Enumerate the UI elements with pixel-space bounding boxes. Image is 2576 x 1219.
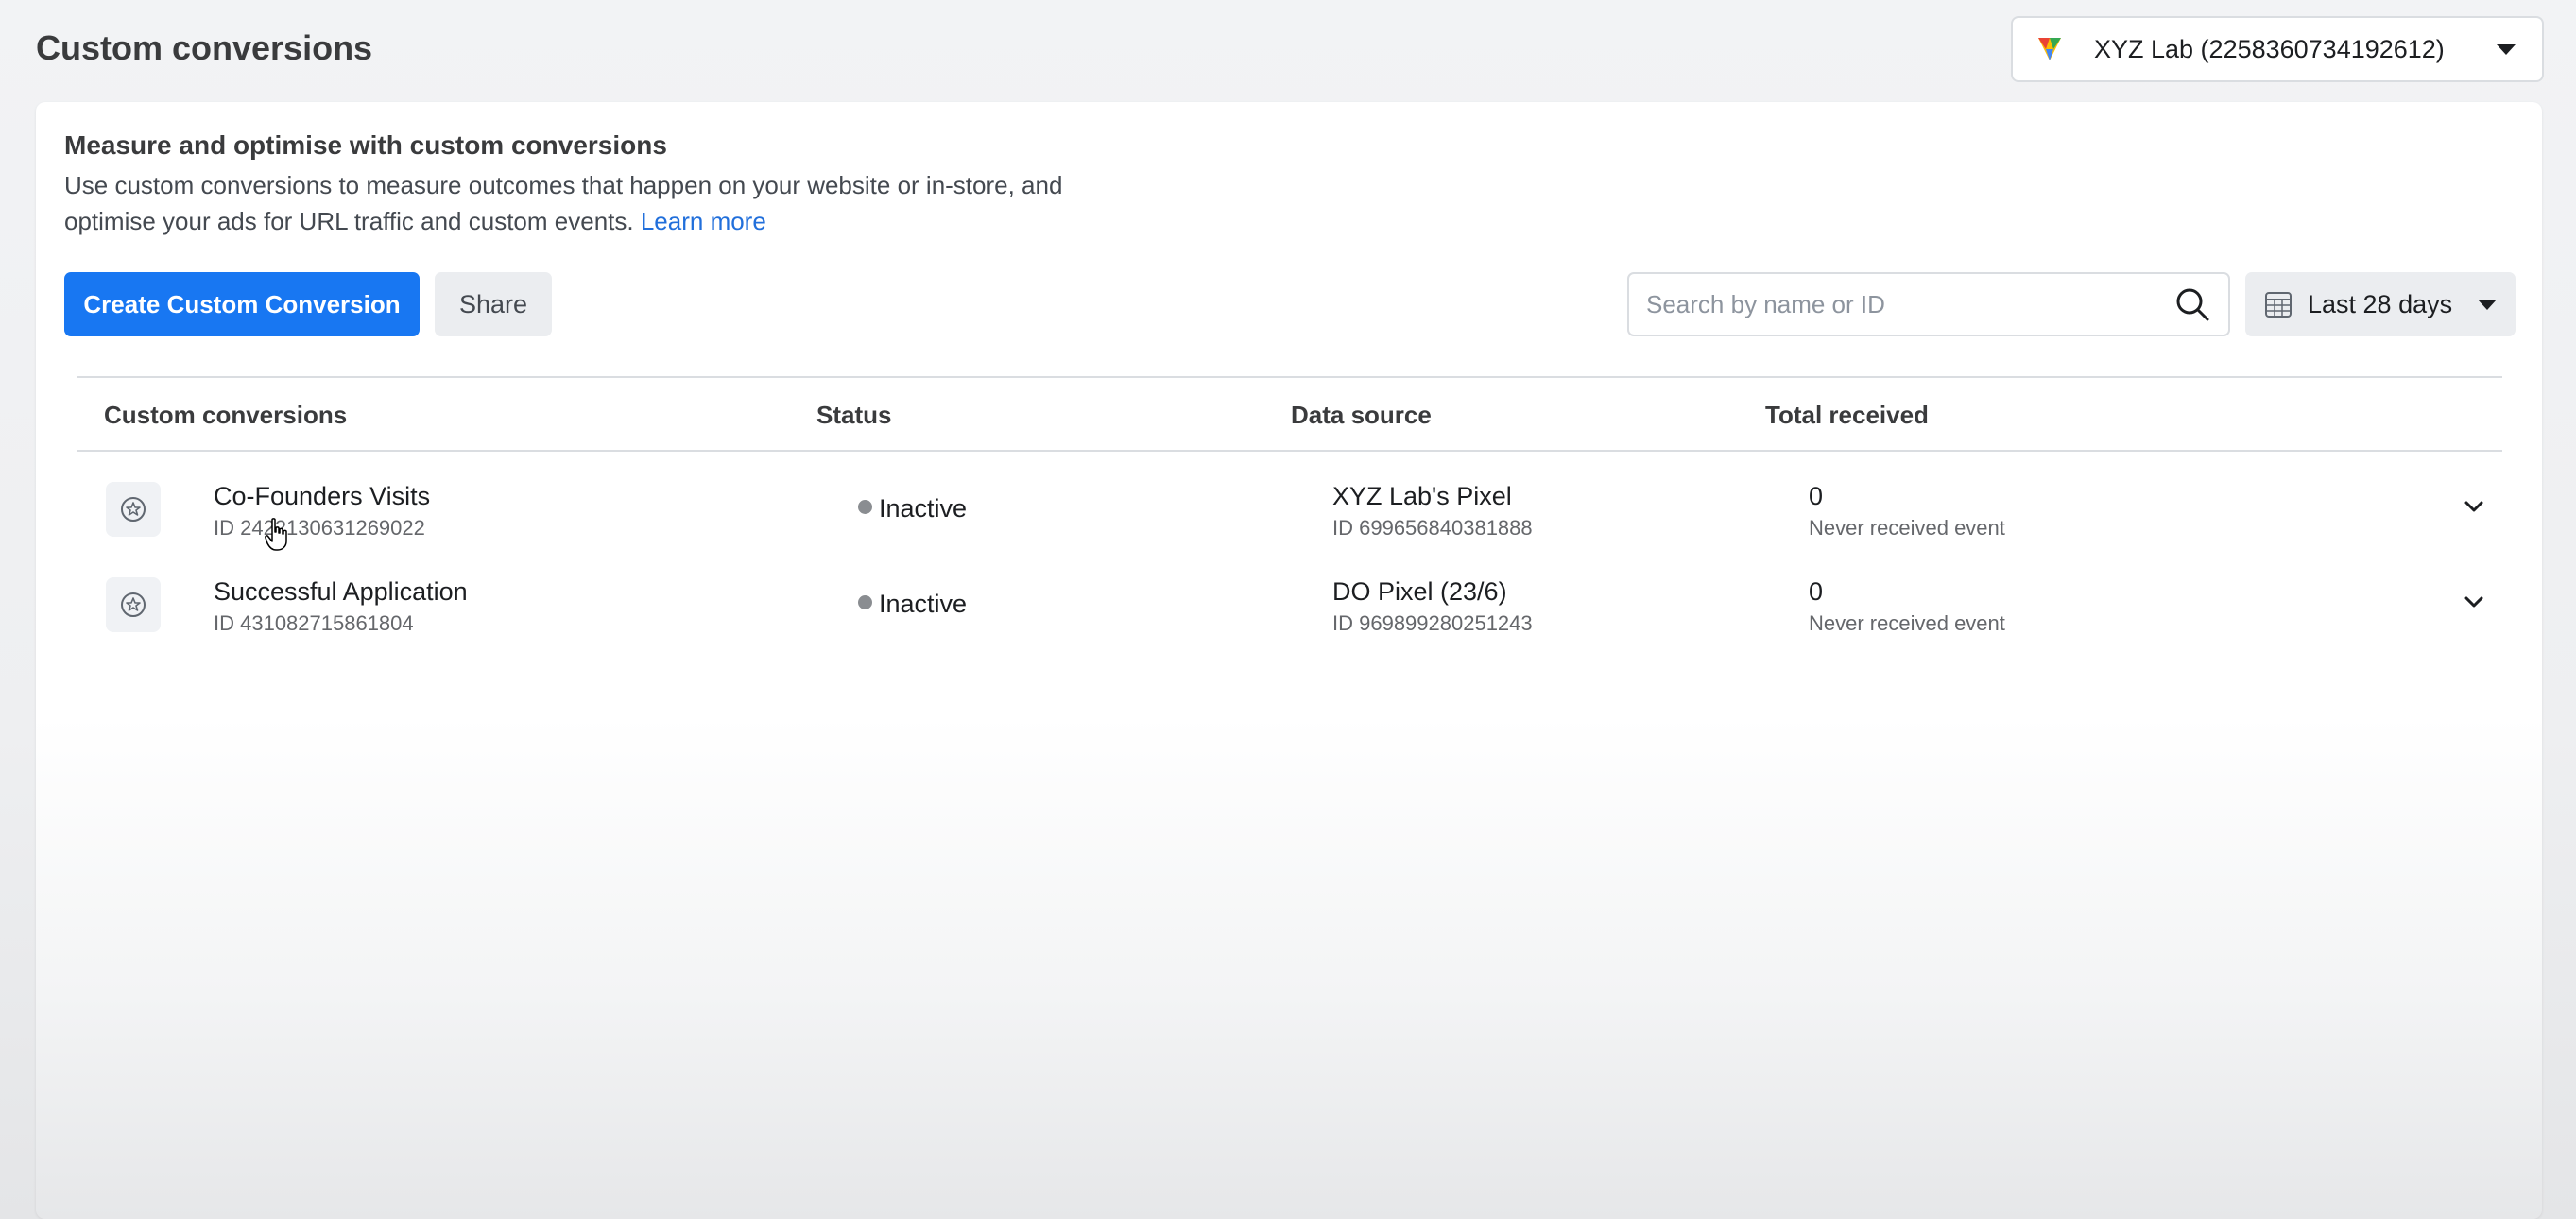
hand-cursor-icon [265,518,287,551]
date-range-picker[interactable]: Last 28 days [2245,272,2516,336]
conversions-card: Measure and optimise with custom convers… [36,102,2542,1219]
data-source-name: DO Pixel (23/6) [1332,577,1507,606]
intro-text: Use custom conversions to measure outcom… [64,167,1151,239]
conversion-id: ID 431082715861804 [214,611,414,635]
status-label: Inactive [879,494,968,523]
total-received-count: 0 [1809,482,1824,510]
conversions-table: Custom conversions Status Data source To… [77,376,2502,643]
data-source-name: XYZ Lab's Pixel [1332,482,1512,510]
calendar-icon [2265,292,2292,318]
intro-title: Measure and optimise with custom convers… [64,130,667,160]
total-received-note: Never received event [1809,611,2005,635]
status-dot-icon [858,595,872,610]
chevron-down-icon[interactable] [2461,493,2487,520]
search-icon[interactable] [2173,285,2211,323]
learn-more-link[interactable]: Learn more [641,207,766,235]
conversion-name[interactable]: Co-Founders Visits [214,482,430,511]
search-input[interactable] [1646,289,2173,319]
total-received-note: Never received event [1809,516,2005,540]
page-title: Custom conversions [36,28,373,67]
column-header-status[interactable]: Status [816,401,891,430]
table-header: Custom conversions Status Data source To… [77,376,2502,452]
caret-down-icon [2497,43,2516,55]
conversion-id: ID 2422130631269022 [214,516,425,540]
data-source-id: ID 969899280251243 [1332,611,1533,635]
custom-conversions-page: Custom conversions XYZ Lab (225836073419… [0,0,2576,1219]
table-row[interactable]: Co-Founders Visits ID 2422130631269022 I… [77,452,2502,547]
share-button[interactable]: Share [435,272,552,336]
column-header-data-source[interactable]: Data source [1291,401,1432,430]
account-label: XYZ Lab (2258360734192612) [2094,34,2445,63]
caret-down-icon [2478,299,2497,310]
conversion-name[interactable]: Successful Application [214,577,468,607]
column-header-total-received[interactable]: Total received [1765,401,1929,430]
status-label: Inactive [879,590,968,618]
star-badge-icon [106,577,161,632]
status-dot-icon [858,500,872,514]
data-source-id: ID 699656840381888 [1332,516,1533,540]
triangle-logo-icon [2038,38,2061,60]
star-badge-icon [106,482,161,537]
search-box [1627,272,2230,336]
date-range-label: Last 28 days [2308,289,2453,318]
total-received-count: 0 [1809,577,1824,606]
create-custom-conversion-button[interactable]: Create Custom Conversion [64,272,420,336]
chevron-down-icon[interactable] [2461,589,2487,615]
column-header-name[interactable]: Custom conversions [104,401,347,430]
table-row[interactable]: Successful Application ID 43108271586180… [77,547,2502,643]
intro-description: Use custom conversions to measure outcom… [64,171,1063,235]
account-selector[interactable]: XYZ Lab (2258360734192612) [2011,16,2544,82]
